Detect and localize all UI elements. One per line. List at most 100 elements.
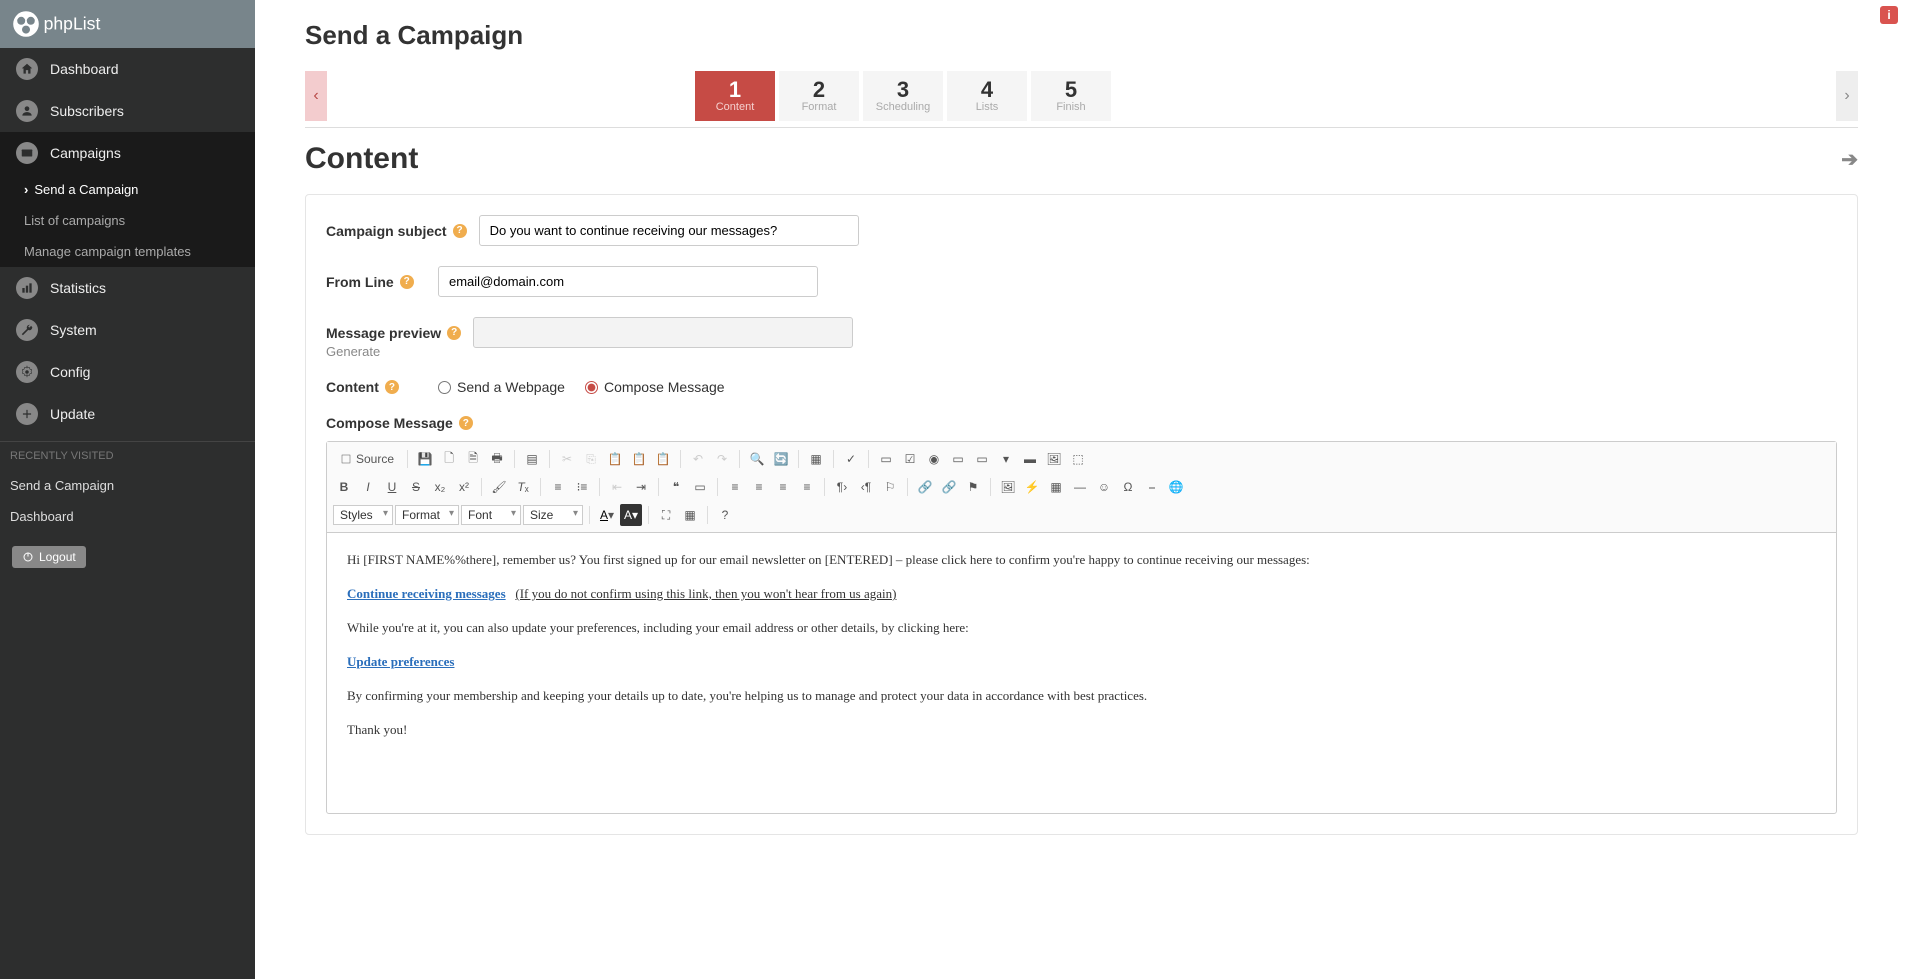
unlink-icon[interactable]: 🔗 <box>938 476 960 498</box>
logout-button[interactable]: Logout <box>12 546 86 568</box>
radio-send-webpage[interactable]: Send a Webpage <box>438 379 565 395</box>
checkbox-icon[interactable]: ☑ <box>899 448 921 470</box>
continue-link[interactable]: Continue receiving messages <box>347 586 506 601</box>
button-icon[interactable]: ▬ <box>1019 448 1041 470</box>
new-page-icon[interactable]: 🗋 <box>438 448 460 470</box>
subject-input[interactable] <box>479 215 859 246</box>
iframe-icon[interactable]: 🌐 <box>1165 476 1187 498</box>
image-icon[interactable]: 🖼 <box>997 476 1019 498</box>
step-scheduling[interactable]: 3 Scheduling <box>863 71 943 121</box>
step-format[interactable]: 2 Format <box>779 71 859 121</box>
from-input[interactable] <box>438 266 818 297</box>
find-icon[interactable]: 🔍 <box>746 448 768 470</box>
paste-icon[interactable]: 📋 <box>604 448 626 470</box>
format-dropdown[interactable]: Format <box>395 505 459 525</box>
sidebar-item-config[interactable]: Config <box>0 351 255 393</box>
sidebar-item-update[interactable]: Update <box>0 393 255 435</box>
superscript-icon[interactable]: x² <box>453 476 475 498</box>
spellcheck-icon[interactable]: ✓ <box>840 448 862 470</box>
imagebutton-icon[interactable]: 🖼 <box>1043 448 1065 470</box>
show-blocks-icon[interactable]: ▦ <box>679 504 701 526</box>
bold-icon[interactable]: B <box>333 476 355 498</box>
copy-format-icon[interactable]: 🖌 <box>488 476 510 498</box>
bg-color-icon[interactable]: A▾ <box>620 504 642 526</box>
text-color-icon[interactable]: A▾ <box>596 504 618 526</box>
flash-icon[interactable]: ⚡ <box>1021 476 1043 498</box>
save-icon[interactable]: 💾 <box>414 448 436 470</box>
strike-icon[interactable]: S <box>405 476 427 498</box>
undo-icon[interactable]: ↶ <box>687 448 709 470</box>
recent-item[interactable]: Send a Campaign <box>0 470 255 501</box>
info-badge-icon[interactable]: i <box>1880 6 1898 24</box>
underline-icon[interactable]: U <box>381 476 403 498</box>
update-prefs-link[interactable]: Update preferences <box>347 654 454 669</box>
align-right-icon[interactable]: ≡ <box>772 476 794 498</box>
textfield-icon[interactable]: ▭ <box>947 448 969 470</box>
help-icon[interactable]: ? <box>400 275 414 289</box>
radio-icon[interactable]: ◉ <box>923 448 945 470</box>
outdent-icon[interactable]: ⇤ <box>606 476 628 498</box>
specialchar-icon[interactable]: Ω <box>1117 476 1139 498</box>
select-icon[interactable]: ▾ <box>995 448 1017 470</box>
smiley-icon[interactable]: ☺ <box>1093 476 1115 498</box>
step-finish[interactable]: 5 Finish <box>1031 71 1111 121</box>
align-justify-icon[interactable]: ≡ <box>796 476 818 498</box>
subnav-list-campaigns[interactable]: List of campaigns <box>0 205 255 236</box>
paste-text-icon[interactable]: 📋 <box>628 448 650 470</box>
help-icon[interactable]: ? <box>453 224 467 238</box>
subnav-manage-templates[interactable]: Manage campaign templates <box>0 236 255 267</box>
sidebar-item-campaigns[interactable]: Campaigns <box>0 132 255 174</box>
anchor-icon[interactable]: ⚑ <box>962 476 984 498</box>
ltr-icon[interactable]: ¶› <box>831 476 853 498</box>
size-dropdown[interactable]: Size <box>523 505 583 525</box>
preview-icon[interactable]: 🗎 <box>462 448 484 470</box>
maximize-icon[interactable]: ⛶ <box>655 504 677 526</box>
blockquote-icon[interactable]: ❝ <box>665 476 687 498</box>
rtl-icon[interactable]: ‹¶ <box>855 476 877 498</box>
form-icon[interactable]: ▭ <box>875 448 897 470</box>
select-all-icon[interactable]: ▦ <box>805 448 827 470</box>
step-next-button[interactable]: › <box>1836 71 1858 121</box>
link-icon[interactable]: 🔗 <box>914 476 936 498</box>
language-icon[interactable]: ⚐ <box>879 476 901 498</box>
subnav-send-campaign[interactable]: Send a Campaign <box>0 174 255 205</box>
numbered-list-icon[interactable]: ≡ <box>547 476 569 498</box>
sidebar-item-dashboard[interactable]: Dashboard <box>0 48 255 90</box>
logo[interactable]: phpList <box>0 0 255 48</box>
help-icon[interactable]: ? <box>385 380 399 394</box>
recent-item[interactable]: Dashboard <box>0 501 255 532</box>
help-icon[interactable]: ? <box>459 416 473 430</box>
sidebar-item-system[interactable]: System <box>0 309 255 351</box>
step-lists[interactable]: 4 Lists <box>947 71 1027 121</box>
italic-icon[interactable]: I <box>357 476 379 498</box>
textarea-icon[interactable]: ▭ <box>971 448 993 470</box>
templates-icon[interactable]: ▤ <box>521 448 543 470</box>
align-left-icon[interactable]: ≡ <box>724 476 746 498</box>
bullet-list-icon[interactable]: ⁝≡ <box>571 476 593 498</box>
replace-icon[interactable]: 🔄 <box>770 448 792 470</box>
radio-compose-message[interactable]: Compose Message <box>585 379 725 395</box>
print-icon[interactable]: 🖶 <box>486 448 508 470</box>
sidebar-item-statistics[interactable]: Statistics <box>0 267 255 309</box>
indent-icon[interactable]: ⇥ <box>630 476 652 498</box>
pagebreak-icon[interactable]: ⎯ <box>1141 476 1163 498</box>
table-icon[interactable]: ▦ <box>1045 476 1067 498</box>
step-content[interactable]: 1 Content <box>695 71 775 121</box>
cut-icon[interactable]: ✂ <box>556 448 578 470</box>
help-icon[interactable]: ? <box>447 326 461 340</box>
redo-icon[interactable]: ↷ <box>711 448 733 470</box>
about-icon[interactable]: ? <box>714 504 736 526</box>
font-dropdown[interactable]: Font <box>461 505 521 525</box>
next-section-arrow-icon[interactable]: ➔ <box>1841 147 1858 172</box>
editor-content[interactable]: Hi [FIRST NAME%%there], remember us? You… <box>327 533 1836 813</box>
remove-format-icon[interactable]: Tₓ <box>512 476 534 498</box>
div-icon[interactable]: ▭ <box>689 476 711 498</box>
align-center-icon[interactable]: ≡ <box>748 476 770 498</box>
paste-word-icon[interactable]: 📋 <box>652 448 674 470</box>
hidden-icon[interactable]: ⬚ <box>1067 448 1089 470</box>
source-button[interactable]: Source <box>333 448 401 470</box>
copy-icon[interactable]: ⎘ <box>580 448 602 470</box>
subscript-icon[interactable]: x₂ <box>429 476 451 498</box>
sidebar-item-subscribers[interactable]: Subscribers <box>0 90 255 132</box>
step-prev-button[interactable]: ‹ <box>305 71 327 121</box>
